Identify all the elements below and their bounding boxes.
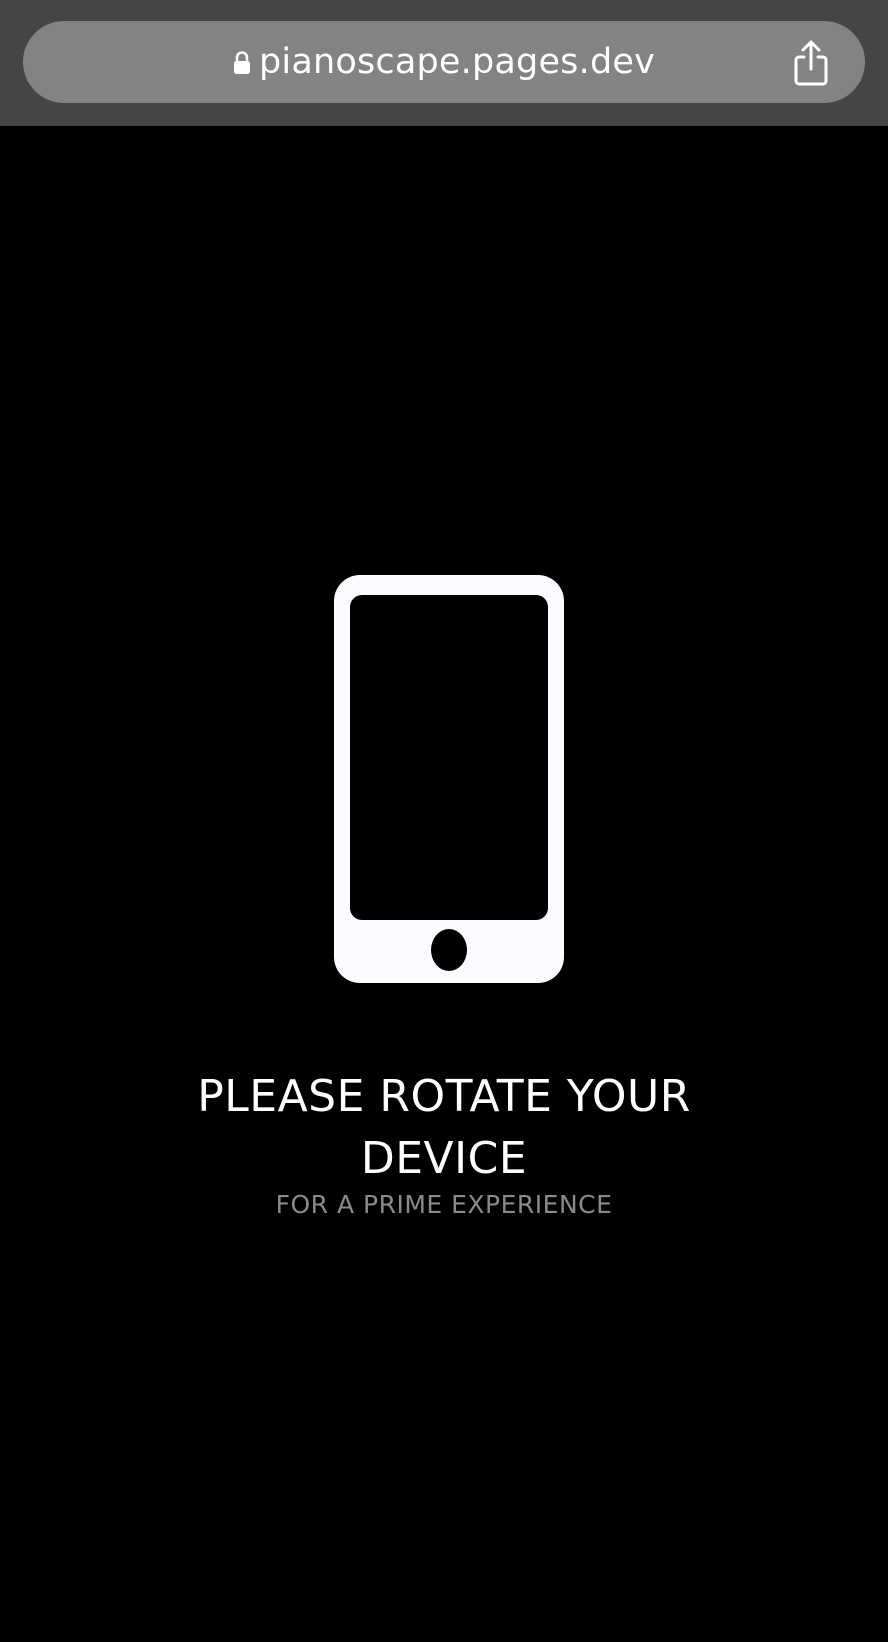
url-display: pianoscape.pages.dev — [23, 21, 865, 103]
rotate-subtitle: FOR A PRIME EXPERIENCE — [275, 1190, 613, 1219]
smartphone-icon — [334, 575, 564, 983]
browser-toolbar: pianoscape.pages.dev — [0, 0, 888, 126]
lock-icon — [233, 51, 250, 74]
url-text: pianoscape.pages.dev — [258, 42, 656, 82]
rotate-device-screen: PLEASE ROTATE YOUR DEVICE FOR A PRIME EX… — [0, 126, 888, 1642]
headline-line-1: PLEASE ROTATE YOUR — [197, 1071, 691, 1122]
headline-line-2: DEVICE — [360, 1133, 528, 1184]
rotate-headline: PLEASE ROTATE YOUR DEVICE — [0, 1066, 888, 1190]
address-bar[interactable]: pianoscape.pages.dev — [23, 21, 865, 103]
share-icon[interactable] — [791, 39, 831, 87]
